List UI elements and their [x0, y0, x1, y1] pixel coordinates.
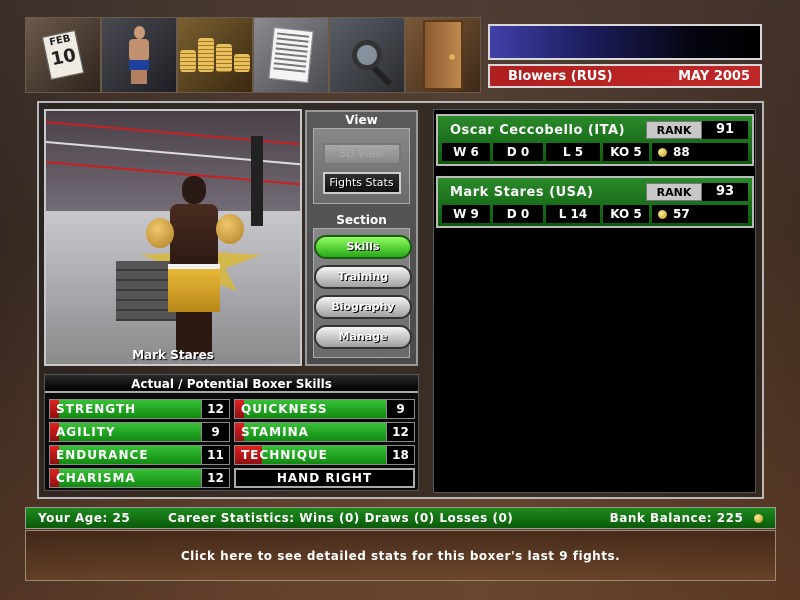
purse-stat: 88 — [652, 143, 748, 161]
calendar-icon: FEB 10 — [41, 29, 85, 81]
training-tab[interactable]: Training — [314, 265, 412, 289]
ring-rope — [46, 141, 300, 167]
rank-label: RANK — [646, 121, 702, 139]
search-icon — [352, 40, 382, 70]
manage-tab[interactable]: Manage — [314, 325, 412, 349]
skill-name: QUICKNESS — [241, 402, 328, 416]
skill-value: 12 — [386, 423, 414, 441]
rank-value: 91 — [702, 121, 748, 139]
skill-name: ENDURANCE — [56, 448, 149, 462]
exit-button[interactable] — [405, 17, 481, 93]
view-heading: View — [345, 113, 378, 127]
ko-stat: KO 5 — [603, 143, 649, 161]
purse-stat: 57 — [652, 205, 748, 223]
view-group: 3D View Fights Stats — [313, 128, 410, 204]
losses-stat: L 5 — [546, 143, 600, 161]
3d-view-button[interactable]: 3D View — [322, 143, 401, 165]
skill-name: CHARISMA — [56, 471, 136, 485]
career-stats-bar: Your Age: 25 Career Statistics: Wins (0)… — [25, 507, 776, 529]
money-icon — [180, 38, 250, 72]
losses-stat: L 14 — [546, 205, 600, 223]
next-fight-bar: Blowers (RUS) MAY 2005 — [488, 64, 762, 88]
section-heading: Section — [336, 213, 387, 227]
skill-name: TECHNIQUE — [241, 448, 328, 462]
skill-value: 9 — [386, 400, 414, 418]
door-icon — [423, 20, 463, 90]
boxing-glove-left — [146, 218, 174, 248]
document-icon — [268, 27, 314, 83]
rank-label: RANK — [646, 183, 702, 201]
skill-value: 18 — [386, 446, 414, 464]
skill-name: STAMINA — [241, 425, 309, 439]
skill-name: STRENGTH — [56, 402, 137, 416]
draws-stat: D 0 — [493, 205, 543, 223]
skill-charisma[interactable]: CHARISMA 12 — [49, 468, 230, 488]
wins-stat: W 6 — [442, 143, 490, 161]
skills-title: Actual / Potential Boxer Skills — [45, 375, 418, 393]
skill-value: 12 — [201, 400, 229, 418]
fights-stats-button[interactable]: Fights Stats — [322, 172, 401, 194]
ring-rope — [46, 121, 300, 147]
bank-balance: Bank Balance: 225 — [610, 511, 763, 525]
boxer-list-item[interactable]: Oscar Ceccobello (ITA) RANK 91 W 6 D 0 L… — [436, 114, 754, 166]
ko-stat: KO 5 — [603, 205, 649, 223]
section-group: Skills Training Biography Manage — [313, 228, 412, 358]
skill-quickness[interactable]: QUICKNESS 9 — [234, 399, 415, 419]
calendar-button[interactable]: FEB 10 — [25, 17, 101, 93]
bank-balance-value: Bank Balance: 225 — [609, 511, 744, 525]
skill-endurance[interactable]: ENDURANCE 11 — [49, 445, 230, 465]
coin-icon — [754, 514, 763, 523]
rank-value: 93 — [702, 183, 748, 201]
boxer-list[interactable]: Oscar Ceccobello (ITA) RANK 91 W 6 D 0 L… — [433, 109, 756, 493]
banner-display — [488, 24, 762, 60]
boxer-list-item[interactable]: Mark Stares (USA) RANK 93 W 9 D 0 L 14 K… — [436, 176, 754, 228]
coin-icon — [658, 210, 667, 219]
view-section-panel: View 3D View Fights Stats Section Skills… — [305, 110, 418, 366]
boxing-glove-right — [216, 214, 244, 244]
detailed-stats-link[interactable]: Click here to see detailed stats for thi… — [25, 530, 776, 581]
search-button[interactable] — [329, 17, 405, 93]
skill-name: AGILITY — [56, 425, 116, 439]
info-panel: Blowers (RUS) MAY 2005 — [486, 22, 764, 92]
calendar-day: 10 — [49, 44, 78, 71]
purse-value: 57 — [673, 207, 690, 221]
ring-post — [251, 136, 263, 226]
boxer-name-label: Mark Stares — [132, 348, 214, 362]
skill-value: 12 — [201, 469, 229, 487]
next-opponent: Blowers (RUS) — [508, 68, 613, 84]
skills-grid: STRENGTH 12 QUICKNESS 9 AGILITY 9 STAMIN… — [49, 399, 416, 488]
wins-stat: W 9 — [442, 205, 490, 223]
purse-value: 88 — [673, 145, 690, 159]
skills-tab[interactable]: Skills — [314, 235, 412, 259]
boxer-viewer[interactable]: Mark Stares — [44, 109, 302, 366]
skill-strength[interactable]: STRENGTH 12 — [49, 399, 230, 419]
current-date: MAY 2005 — [678, 68, 750, 84]
skill-value: 11 — [201, 446, 229, 464]
hand-indicator: HAND RIGHT — [234, 468, 415, 488]
boxer-name: Oscar Ceccobello (ITA) — [450, 122, 626, 138]
coin-icon — [658, 148, 667, 157]
skill-agility[interactable]: AGILITY 9 — [49, 422, 230, 442]
boxer-button[interactable] — [101, 17, 177, 93]
finances-button[interactable] — [177, 17, 253, 93]
boxer-name: Mark Stares (USA) — [450, 184, 594, 200]
skills-panel: Actual / Potential Boxer Skills STRENGTH… — [44, 374, 419, 491]
skill-technique[interactable]: TECHNIQUE 18 — [234, 445, 415, 465]
career-statistics: Career Statistics: Wins (0) Draws (0) Lo… — [168, 511, 514, 525]
top-toolbar: FEB 10 — [25, 17, 483, 93]
boxer-model — [146, 176, 244, 356]
skill-value: 9 — [201, 423, 229, 441]
contracts-button[interactable] — [253, 17, 329, 93]
biography-tab[interactable]: Biography — [314, 295, 412, 319]
boxer-icon — [126, 26, 152, 84]
draws-stat: D 0 — [493, 143, 543, 161]
skill-stamina[interactable]: STAMINA 12 — [234, 422, 415, 442]
age-label: Your Age: 25 — [38, 511, 131, 525]
